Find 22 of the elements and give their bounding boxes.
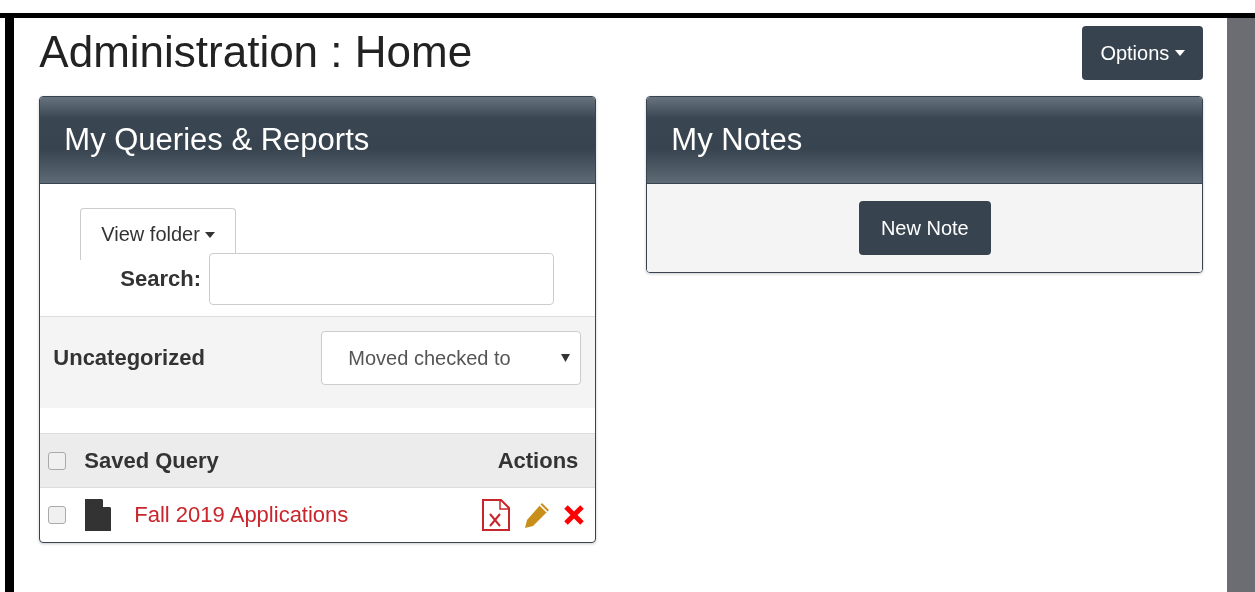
document-icon	[84, 499, 113, 531]
move-select[interactable]: Moved checked to	[321, 331, 582, 385]
category-label: Uncategorized	[53, 345, 205, 371]
column-header: Actions	[497, 447, 579, 474]
caret-icon	[204, 231, 215, 238]
spreadsheet-icon[interactable]	[481, 499, 512, 531]
folder-tab[interactable]: View folder	[80, 208, 236, 260]
panel-title: My Queries & Reports	[64, 122, 370, 158]
pencil-icon[interactable]	[523, 501, 552, 529]
new-note-button[interactable]: New Note	[858, 201, 991, 255]
search-label: Search:	[120, 266, 202, 292]
caret-icon	[1175, 50, 1186, 56]
query-link[interactable]: Fall 2019 Applications	[134, 502, 482, 528]
panel-title: My Notes	[671, 122, 803, 158]
search-field[interactable]	[209, 253, 555, 305]
checkbox[interactable]	[48, 506, 67, 524]
checkbox[interactable]	[48, 451, 67, 470]
caret-icon	[561, 354, 571, 362]
options-button[interactable]: Options	[1082, 26, 1204, 80]
delete-icon[interactable]	[563, 504, 586, 526]
page-title: Administration : Home	[39, 27, 473, 77]
column-header: Saved Query	[84, 447, 220, 474]
